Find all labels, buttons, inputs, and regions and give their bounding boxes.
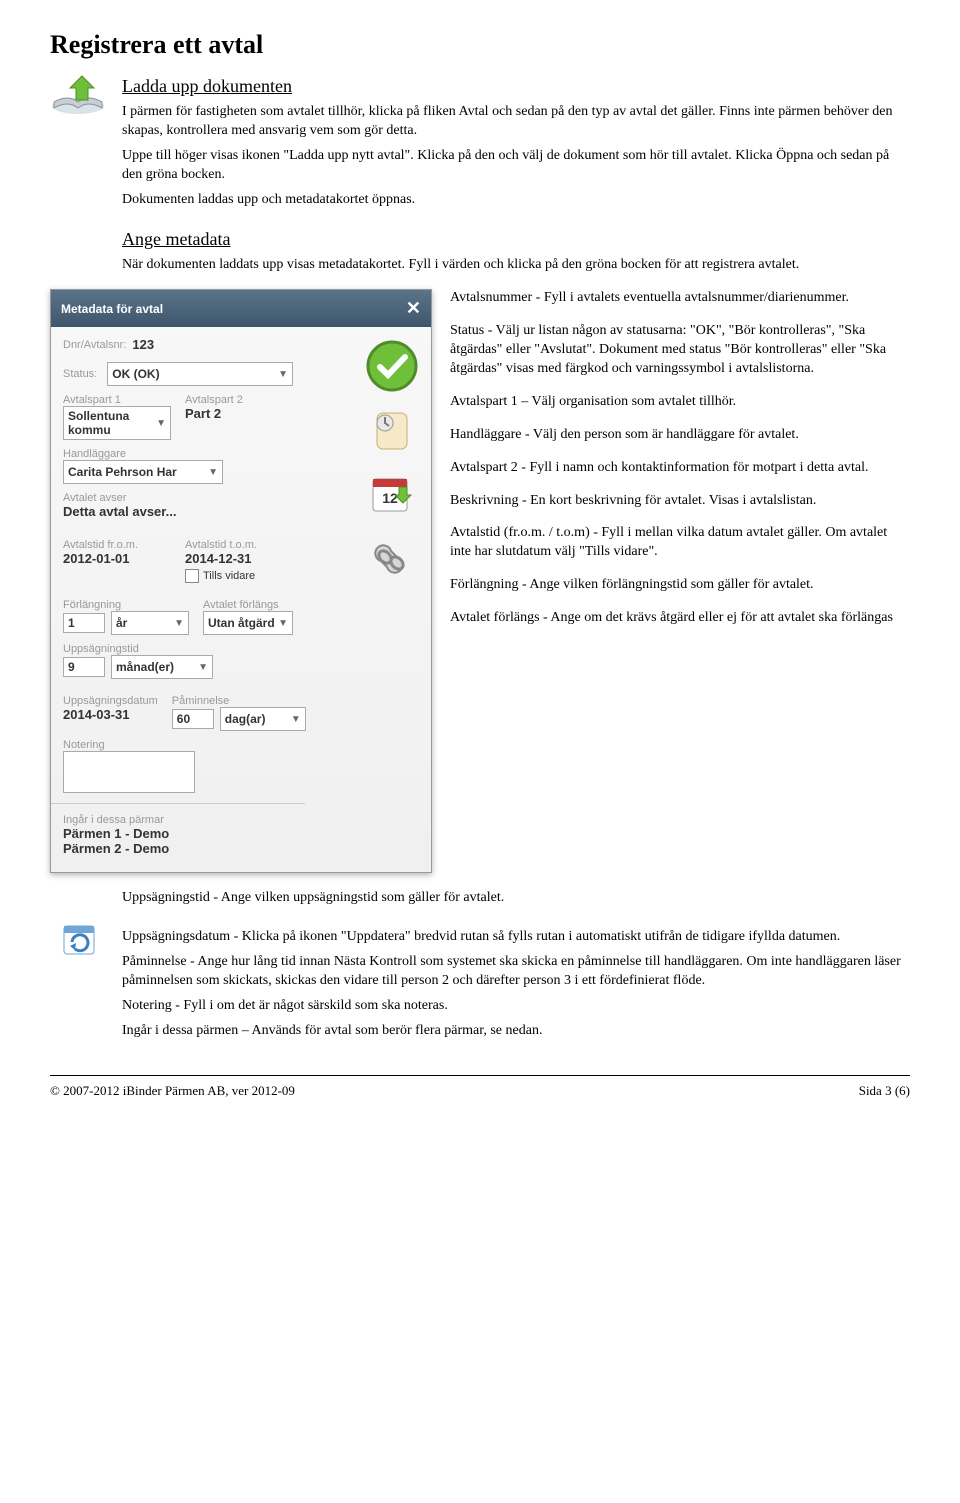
close-icon[interactable]: ✕ — [406, 298, 421, 319]
desc-uppsagningstid: Uppsägningstid - Ange vilken uppsägnings… — [122, 889, 910, 908]
calendar-upload-icon[interactable]: 12 — [365, 467, 419, 521]
pam-num[interactable]: 60 — [172, 709, 214, 729]
label-ingar: Ingår i dessa pärmar — [63, 814, 293, 826]
label-paminnelse: Påminnelse — [172, 695, 306, 707]
footer-divider — [50, 1075, 910, 1076]
desc-beskrivning: Beskrivning - En kort beskrivning för av… — [450, 492, 910, 511]
notering-textarea[interactable] — [63, 751, 195, 793]
parm1[interactable]: Pärmen 1 - Demo — [63, 826, 293, 841]
panel-title: Metadata för avtal — [61, 302, 163, 316]
paragraph: När dokumenten laddats upp visas metadat… — [122, 256, 910, 275]
label-handlaggare: Handläggare — [63, 448, 293, 460]
label-part2: Avtalspart 2 — [185, 394, 293, 406]
label-dnr: Dnr/Avtalsnr: — [63, 339, 126, 351]
desc-notering: Notering - Fyll i om det är något särski… — [122, 997, 910, 1016]
dnr-value[interactable]: 123 — [132, 337, 154, 352]
label-tills: Tills vidare — [203, 570, 255, 582]
part1-dropdown[interactable]: Sollentuna kommu▼ — [63, 406, 171, 440]
desc-uppsagdatum: Uppsägningsdatum - Klicka på ikonen "Upp… — [122, 928, 910, 947]
desc-status: Status - Välj ur listan någon av statusa… — [450, 322, 910, 379]
desc-forlangning: Förlängning - Ange vilken förlängningsti… — [450, 576, 910, 595]
pam-unit-dropdown[interactable]: dag(ar)▼ — [220, 707, 306, 731]
label-tom: Avtalstid t.o.m. — [185, 539, 293, 551]
label-from: Avtalstid fr.o.m. — [63, 539, 171, 551]
label-notering: Notering — [63, 739, 293, 751]
label-forlangning: Förlängning — [63, 599, 189, 611]
desc-avtalstid: Avtalstid (fr.o.m. / t.o.m) - Fyll i mel… — [450, 524, 910, 562]
desc-ingar: Ingår i dessa pärmen – Används för avtal… — [122, 1022, 910, 1041]
upload-book-icon — [50, 70, 110, 118]
footer-copyright: © 2007-2012 iBinder Pärmen AB, ver 2012-… — [50, 1083, 295, 1099]
upps-unit-dropdown[interactable]: månad(er)▼ — [111, 655, 213, 679]
label-uppsagning: Uppsägningstid — [63, 643, 293, 655]
label-uppsagdatum: Uppsägningsdatum — [63, 695, 158, 707]
desc-handlaggare: Handläggare - Välj den person som är han… — [450, 426, 910, 445]
tom-value[interactable]: 2014-12-31 — [185, 551, 293, 566]
refresh-calendar-icon — [50, 922, 110, 958]
confirm-check-icon[interactable] — [365, 339, 419, 393]
status-dropdown[interactable]: OK (OK)▼ — [107, 362, 293, 386]
desc-paminnelse: Påminnelse - Ange hur lång tid innan Näs… — [122, 953, 910, 991]
label-status: Status: — [63, 368, 97, 380]
label-avser: Avtalet avser — [63, 492, 293, 504]
parm2[interactable]: Pärmen 2 - Demo — [63, 841, 293, 856]
paragraph: Dokumenten laddas upp och metadatakortet… — [122, 191, 910, 210]
section-heading-upload: Ladda upp dokumenten — [122, 76, 910, 97]
metadata-panel: Metadata för avtal ✕ 12 Dnr/ — [50, 289, 432, 873]
section-heading-metadata: Ange metadata — [122, 229, 910, 250]
link-chain-icon[interactable] — [365, 531, 419, 585]
forlangs-dropdown[interactable]: Utan åtgärd▼ — [203, 611, 293, 635]
from-value[interactable]: 2012-01-01 — [63, 551, 171, 566]
forl-unit-dropdown[interactable]: år▼ — [111, 611, 189, 635]
desc-part2: Avtalspart 2 - Fyll i namn och kontaktin… — [450, 459, 910, 478]
desc-avtalsnummer: Avtalsnummer - Fyll i avtalets eventuell… — [450, 289, 910, 308]
label-forlangs: Avtalet förlängs — [203, 599, 293, 611]
desc-part1: Avtalspart 1 – Välj organisation som avt… — [450, 393, 910, 412]
part2-value[interactable]: Part 2 — [185, 406, 293, 421]
desc-forlangs: Avtalet förlängs - Ange om det krävs åtg… — [450, 609, 910, 628]
label-part1: Avtalspart 1 — [63, 394, 171, 406]
svg-text:12: 12 — [382, 490, 398, 506]
page-title: Registrera ett avtal — [50, 30, 910, 60]
paragraph: I pärmen för fastigheten som avtalet til… — [122, 103, 910, 141]
uppsagdatum-value[interactable]: 2014-03-31 — [63, 707, 158, 722]
page-number: Sida 3 (6) — [859, 1083, 910, 1099]
handlaggare-dropdown[interactable]: Carita Pehrson Har▼ — [63, 460, 223, 484]
forl-num[interactable]: 1 — [63, 613, 105, 633]
history-scroll-icon[interactable] — [365, 403, 419, 457]
paragraph: Uppe till höger visas ikonen "Ladda upp … — [122, 147, 910, 185]
tills-vidare-checkbox[interactable] — [185, 569, 199, 583]
avser-value[interactable]: Detta avtal avser... — [63, 504, 293, 519]
upps-num[interactable]: 9 — [63, 657, 105, 677]
